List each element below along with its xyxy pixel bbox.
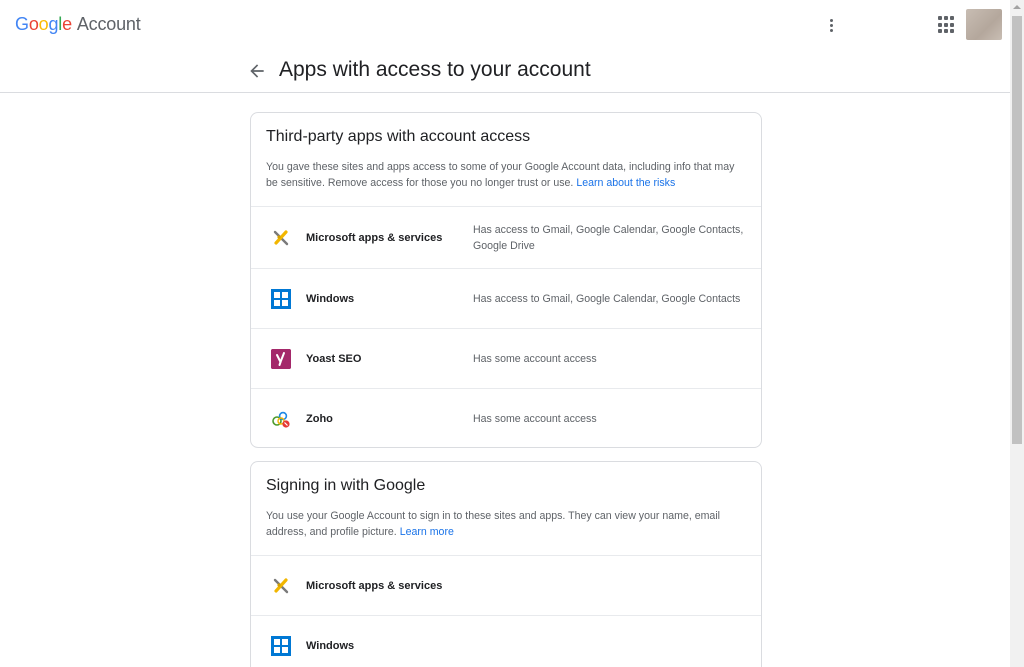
app-name: Microsoft apps & services xyxy=(306,231,443,244)
google-account-logo[interactable]: Google Account xyxy=(15,14,141,35)
learn-more-link[interactable]: Learn more xyxy=(400,526,454,538)
logo-letter: o xyxy=(38,14,49,34)
description-text: You use your Google Account to sign in t… xyxy=(266,510,721,538)
vertical-scrollbar[interactable] xyxy=(1010,0,1024,667)
yoast-icon xyxy=(271,348,291,369)
app-name: Microsoft apps & services xyxy=(306,579,443,592)
app-row-windows[interactable]: Windows Has access to Gmail, Google Cale… xyxy=(251,269,761,329)
app-row-windows[interactable]: Windows xyxy=(251,616,761,667)
logo-letter: g xyxy=(48,14,59,34)
card-description: You use your Google Account to sign in t… xyxy=(266,508,746,540)
signing-in-card: Signing in with Google You use your Goog… xyxy=(250,461,762,667)
logo-letter: e xyxy=(62,14,72,34)
card-description: You gave these sites and apps access to … xyxy=(266,159,746,191)
windows-icon xyxy=(271,288,291,309)
app-row-yoast[interactable]: Yoast SEO Has some account access xyxy=(251,329,761,389)
zoho-icon xyxy=(271,409,291,429)
app-access: Has some account access xyxy=(473,413,597,425)
app-name: Windows xyxy=(306,292,355,305)
app-access: Has access to Gmail, Google Calendar, Go… xyxy=(473,292,741,305)
microsoft-icon xyxy=(271,228,291,248)
card-header: Third-party apps with account access You… xyxy=(251,113,761,207)
logo-letter: G xyxy=(15,14,29,34)
app-access: Has some account access xyxy=(473,352,597,365)
app-access: Has access to Gmail, Google Calendar, Go… xyxy=(473,223,744,252)
app-name: Windows xyxy=(306,640,355,652)
card-header: Signing in with Google You use your Goog… xyxy=(251,462,761,556)
page-header: Apps with access to your account xyxy=(0,52,1010,93)
app-row-zoho[interactable]: Zoho Has some account access xyxy=(251,389,761,449)
more-vert-icon[interactable] xyxy=(821,13,841,37)
page-title: Apps with access to your account xyxy=(279,58,591,81)
logo-account-text: Account xyxy=(76,14,141,34)
apps-grid-icon[interactable] xyxy=(938,16,956,34)
microsoft-icon xyxy=(271,576,291,596)
scroll-up-icon[interactable] xyxy=(1010,0,1024,14)
scrollbar-thumb[interactable] xyxy=(1012,16,1022,444)
avatar[interactable] xyxy=(966,9,1002,40)
logo-letter: o xyxy=(28,14,39,34)
arrow-back-icon[interactable] xyxy=(247,61,267,81)
app-row-microsoft[interactable]: Microsoft apps & services xyxy=(251,556,761,616)
card-title: Third-party apps with account access xyxy=(266,128,531,145)
third-party-apps-card: Third-party apps with account access You… xyxy=(250,112,762,448)
app-name: Yoast SEO xyxy=(306,352,362,365)
windows-icon xyxy=(271,636,291,656)
app-name: Zoho xyxy=(306,413,333,425)
learn-about-risks-link[interactable]: Learn about the risks xyxy=(576,177,675,189)
top-bar: Google Account xyxy=(0,0,1010,52)
app-row-microsoft[interactable]: Microsoft apps & services Has access to … xyxy=(251,207,761,269)
card-title: Signing in with Google xyxy=(266,477,426,494)
